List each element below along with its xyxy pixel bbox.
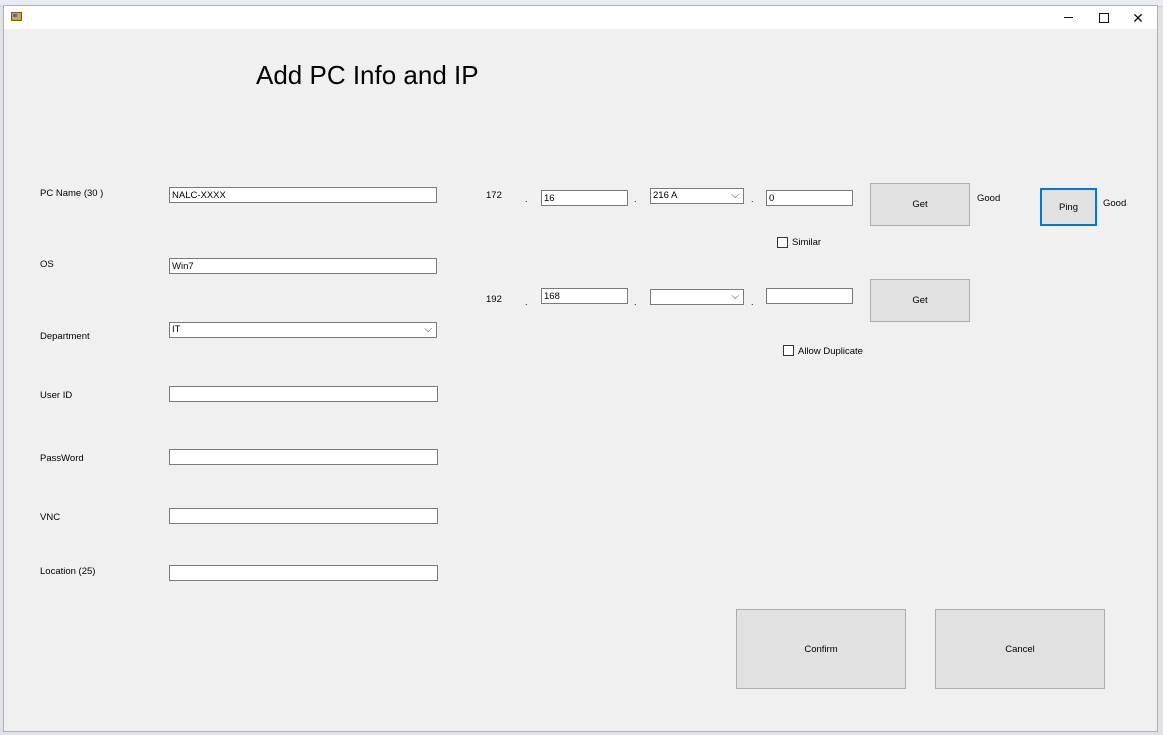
allow-duplicate-checkbox[interactable] xyxy=(783,345,794,356)
chevron-down-icon: ⌵ xyxy=(424,324,432,335)
ping-button[interactable]: Ping xyxy=(1040,188,1097,226)
department-select[interactable]: IT ⌵ xyxy=(169,322,437,338)
confirm-button[interactable]: Confirm xyxy=(736,609,906,689)
user-id-label: User ID xyxy=(40,390,73,401)
ip1-octet3-value: 216 A xyxy=(653,190,678,201)
ip1-dot-3: . xyxy=(751,194,754,204)
page-title: Add PC Info and IP xyxy=(256,60,479,90)
minimize-button[interactable] xyxy=(1051,6,1085,29)
app-form-icon xyxy=(11,12,22,21)
maximize-icon xyxy=(1099,12,1109,23)
ip1-get-button[interactable]: Get xyxy=(870,183,970,226)
pc-name-label: PC Name (30 ) xyxy=(40,188,104,199)
maximize-button[interactable] xyxy=(1087,6,1121,29)
ip2-octet2-field[interactable] xyxy=(541,288,628,304)
similar-checkbox[interactable] xyxy=(777,237,788,248)
chevron-down-icon: ⌵ xyxy=(731,190,739,201)
minimize-icon xyxy=(1063,17,1073,18)
password-label: PassWord xyxy=(40,453,84,464)
department-label: Department xyxy=(40,331,90,342)
title-bar: ✕ xyxy=(4,6,1157,29)
ip2-octet3-select[interactable]: ⌵ xyxy=(650,289,744,305)
ip2-get-button[interactable]: Get xyxy=(870,279,970,322)
close-icon: ✕ xyxy=(1132,9,1144,26)
chevron-down-icon: ⌵ xyxy=(731,291,739,302)
cancel-button[interactable]: Cancel xyxy=(935,609,1105,689)
ip1-status-label: Good xyxy=(977,193,1001,204)
ip2-octet4-field[interactable] xyxy=(766,288,853,304)
ip1-octet3-select[interactable]: 216 A ⌵ xyxy=(650,188,744,204)
ip2-dot-3: . xyxy=(751,297,754,307)
ip1-octet1-label: 172 xyxy=(486,190,502,201)
ip2-dot-1: . xyxy=(525,297,528,307)
ip1-octet4-field[interactable] xyxy=(766,190,853,206)
similar-label: Similar xyxy=(792,237,822,248)
location-label: Location (25) xyxy=(40,566,96,577)
os-label: OS xyxy=(40,259,54,270)
department-selected-value: IT xyxy=(172,324,181,335)
vnc-field[interactable] xyxy=(169,508,438,524)
ip1-dot-1: . xyxy=(525,194,528,204)
add-pc-window: ✕ Add PC Info and IP PC Name (30 ) OS De… xyxy=(3,5,1158,732)
ip1-octet2-field[interactable] xyxy=(541,190,628,206)
user-id-field[interactable] xyxy=(169,386,438,402)
ping-status-label: Good xyxy=(1103,198,1127,209)
ip1-dot-2: . xyxy=(634,194,637,204)
allow-duplicate-label: Allow Duplicate xyxy=(798,346,863,357)
pc-name-field[interactable] xyxy=(169,187,437,203)
os-field[interactable] xyxy=(169,258,437,274)
ip2-octet1-label: 192 xyxy=(486,294,502,305)
password-field[interactable] xyxy=(169,449,438,465)
vnc-label: VNC xyxy=(40,512,61,523)
ip2-dot-2: . xyxy=(634,297,637,307)
close-button[interactable]: ✕ xyxy=(1121,6,1155,29)
location-field[interactable] xyxy=(169,565,438,581)
